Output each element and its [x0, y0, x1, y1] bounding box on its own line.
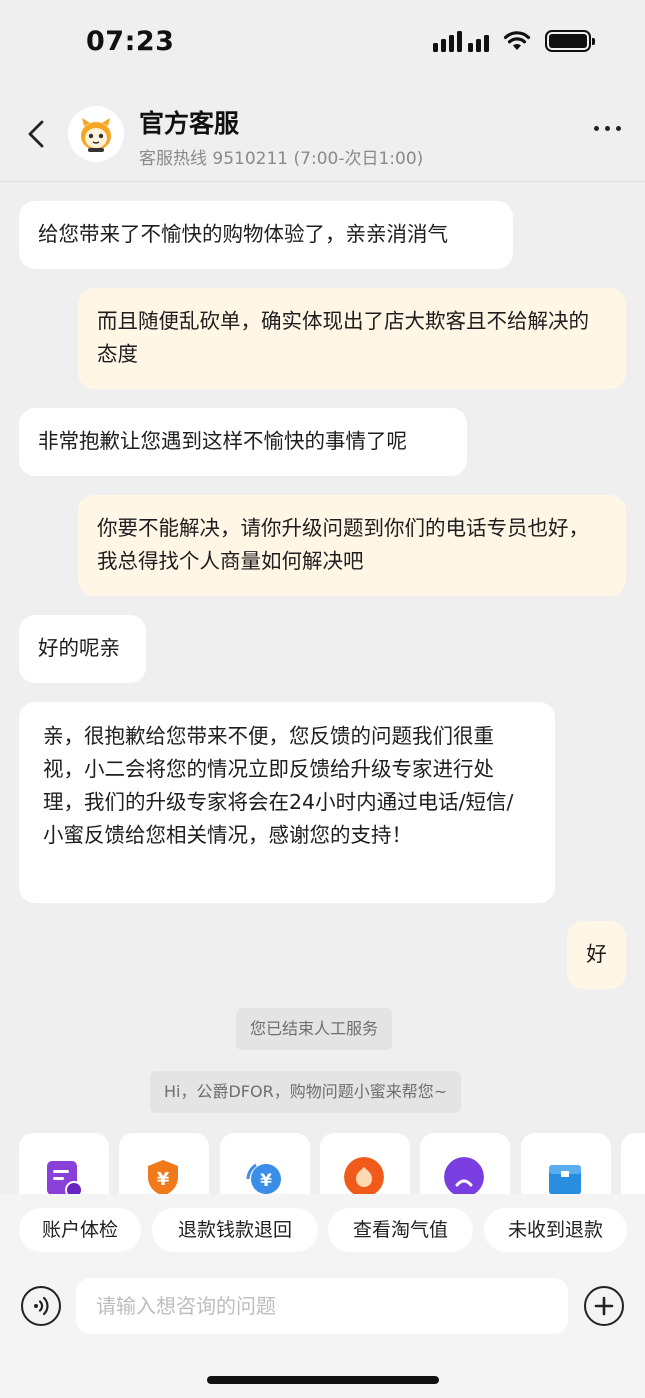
message-input[interactable] [96, 1278, 568, 1334]
plus-icon [594, 1296, 614, 1316]
message-bubble-agent: 非常抱歉让您遇到这样不愉快的事情了呢 [19, 408, 467, 476]
message-bubble-user: 你要不能解决，请你升级问题到你们的电话专员也好，我总得找个人商量如何解决吧 [78, 495, 626, 596]
service-card[interactable]: ¥ [220, 1133, 310, 1195]
voice-wave-icon [34, 1296, 49, 1316]
bottom-panel: 账户体检 退款钱款退回 查看淘气值 未收到退款 [0, 1194, 645, 1398]
svg-text:¥: ¥ [260, 1171, 272, 1191]
flower-icon [344, 1157, 384, 1195]
service-cards-row: ¥ ¥ [0, 1133, 645, 1195]
service-card[interactable] [320, 1133, 410, 1195]
message-text: 非常抱歉让您遇到这样不愉快的事情了呢 [38, 429, 407, 453]
mascot-avatar-icon [81, 118, 111, 152]
more-options-button[interactable] [594, 126, 621, 131]
message-input-box[interactable] [76, 1278, 568, 1334]
more-dots-icon [594, 126, 599, 131]
assistant-face-icon [444, 1157, 484, 1195]
home-indicator [207, 1376, 439, 1384]
battery-icon [545, 30, 595, 52]
message-bubble-user: 而且随便乱砍单，确实体现出了店大欺客且不给解决的态度 [78, 288, 626, 389]
header-title: 官方客服 [139, 109, 240, 138]
wifi-icon [503, 31, 531, 50]
yuan-shield-icon: ¥ [148, 1160, 178, 1195]
message-text: 好 [586, 942, 607, 966]
quick-reply-chip[interactable]: 查看淘气值 [328, 1208, 473, 1252]
document-clock-icon [47, 1161, 83, 1195]
quick-reply-chip[interactable]: 退款钱款退回 [152, 1208, 318, 1252]
yuan-refresh-icon: ¥ [246, 1163, 281, 1194]
status-bar: 07:23 [0, 0, 645, 90]
service-card[interactable] [19, 1133, 109, 1195]
box-icon [549, 1165, 581, 1195]
back-button[interactable] [18, 112, 54, 156]
add-attachment-button[interactable] [584, 1286, 624, 1326]
message-bubble-user: 好 [567, 921, 626, 989]
avatar[interactable] [68, 106, 124, 162]
message-text: 好的呢亲 [38, 636, 120, 660]
chevron-left-icon [28, 120, 44, 148]
service-card[interactable] [420, 1133, 510, 1195]
cellular-signal-icon [433, 30, 489, 52]
service-card[interactable] [521, 1133, 611, 1195]
service-card[interactable] [621, 1133, 645, 1195]
status-time: 07:23 [86, 26, 175, 57]
svg-text:¥: ¥ [157, 1169, 170, 1190]
status-icons [433, 30, 595, 52]
message-bubble-agent: 好的呢亲 [19, 615, 146, 683]
message-text: 亲，很抱歉给您带来不便，您反馈的问题我们很重视，小二会将您的情况立即反馈给升级专… [43, 724, 514, 847]
chat-header: 官方客服 客服热线 9510211 (7:00-次日1:00) [0, 90, 645, 182]
quick-reply-chip[interactable]: 账户体检 [19, 1208, 141, 1252]
hotline-text: 客服热线 9510211 (7:00-次日1:00) [139, 149, 424, 169]
message-bubble-agent: 亲，很抱歉给您带来不便，您反馈的问题我们很重视，小二会将您的情况立即反馈给升级专… [19, 702, 555, 903]
message-bubble-agent: 给您带来了不愉快的购物体验了，亲亲消消气 [19, 201, 513, 269]
system-message: 您已结束人工服务 [236, 1008, 393, 1050]
message-text: 给您带来了不愉快的购物体验了，亲亲消消气 [38, 222, 448, 246]
voice-input-button[interactable] [21, 1286, 61, 1326]
quick-reply-chip[interactable]: 未收到退款 [484, 1208, 627, 1252]
system-message: Hi，公爵DFOR，购物问题小蜜来帮您~ [150, 1071, 462, 1113]
message-text: 而且随便乱砍单，确实体现出了店大欺客且不给解决的态度 [97, 309, 589, 366]
message-text: 你要不能解决，请你升级问题到你们的电话专员也好，我总得找个人商量如何解决吧 [97, 516, 589, 573]
service-card[interactable]: ¥ [119, 1133, 209, 1195]
